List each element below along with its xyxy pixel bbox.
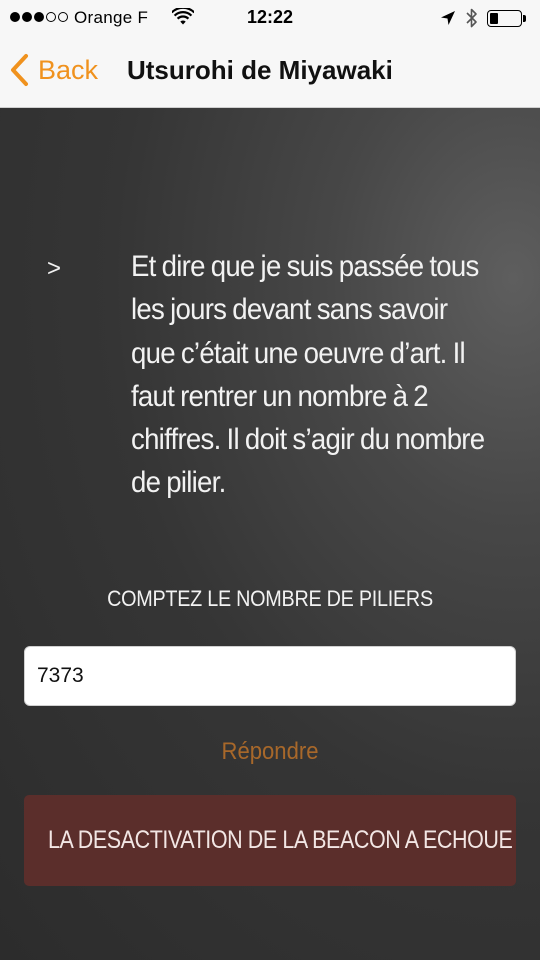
navigation-bar: Back Utsurohi de Miyawaki (0, 36, 540, 108)
page-title: Utsurohi de Miyawaki (127, 55, 393, 85)
question-label: COMPTEZ LE NOMBRE DE PILIERS (107, 586, 433, 611)
chevron-left-icon (10, 53, 30, 87)
submit-button[interactable]: Répondre (22, 738, 519, 766)
answer-input[interactable] (24, 646, 516, 706)
status-time: 12:22 (246, 7, 294, 27)
error-message: LA DESACTIVATION DE LA BEACON A ECHOUE (48, 826, 513, 854)
back-label: Back (38, 54, 99, 85)
clue-bullet: > (47, 255, 62, 282)
error-banner: LA DESACTIVATION DE LA BEACON A ECHOUE (24, 795, 516, 886)
battery-icon (487, 10, 527, 28)
content-area: > Et dire que je suis passée tous les jo… (0, 108, 540, 960)
location-arrow-icon (440, 10, 456, 31)
clue-text: Et dire que je suis passée tous les jour… (131, 250, 485, 500)
back-button[interactable]: Back (10, 50, 98, 90)
status-bar: Orange F 12:22 (0, 0, 540, 36)
bluetooth-icon (465, 7, 479, 34)
